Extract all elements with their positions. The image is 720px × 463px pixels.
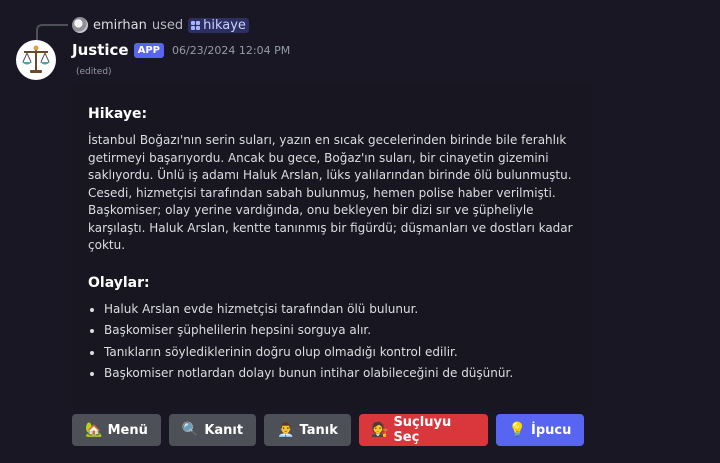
reply-context[interactable]: emirhan used hikaye — [72, 16, 249, 34]
witness-button[interactable]: 👨‍💼 Tanık — [264, 414, 351, 446]
bot-avatar[interactable] — [16, 40, 56, 80]
command-name: hikaye — [203, 17, 246, 33]
list-item: Başkomiser notlardan dolayı bunun intiha… — [104, 363, 576, 385]
choose-culprit-button-label: Suçluyu Seç — [393, 415, 452, 445]
hint-button-label: İpucu — [531, 422, 572, 438]
magnifier-icon: 🔍 — [181, 422, 200, 438]
bot-username[interactable]: Justice — [72, 41, 129, 59]
story-text: İstanbul Boğazı'nın serin suları, yazın … — [88, 133, 573, 252]
command-icon — [191, 20, 201, 30]
house-icon: 🏡 — [85, 422, 103, 438]
action-row: 🏡 Menü 🔍 Kanıt 👨‍💼 Tanık 🧑‍⚖️ Suçluyu Se… — [72, 414, 584, 446]
events-heading: Olaylar: — [88, 274, 150, 291]
hint-button[interactable]: 💡 İpucu — [496, 414, 584, 446]
scales-icon — [22, 45, 50, 73]
slash-command[interactable]: hikaye — [188, 17, 249, 33]
person-icon: 👨‍💼 — [277, 422, 295, 438]
choose-culprit-button[interactable]: 🧑‍⚖️ Suçluyu Seç — [359, 414, 488, 446]
message-header: Justice APP 06/23/2024 12:04 PM — [72, 40, 290, 60]
edited-marker: (edited) — [76, 67, 112, 77]
list-item: Tanıkların söylediklerinin doğru olup ol… — [104, 342, 576, 364]
lightbulb-icon: 💡 — [508, 422, 527, 438]
judge-icon: 🧑‍⚖️ — [371, 422, 389, 438]
witness-button-label: Tanık — [299, 422, 338, 438]
user-mini-avatar[interactable] — [72, 17, 88, 33]
list-item: Başkomiser şüphelilerin hepsini sorguya … — [104, 320, 576, 342]
events-list: Haluk Arslan evde hizmetçisi tarafından … — [88, 299, 576, 385]
story-embed: Hikaye: İstanbul Boğazı'nın serin suları… — [72, 84, 592, 410]
evidence-button[interactable]: 🔍 Kanıt — [169, 414, 256, 446]
list-item: Haluk Arslan evde hizmetçisi tarafından … — [104, 299, 576, 321]
message-timestamp[interactable]: 06/23/2024 12:04 PM — [172, 44, 290, 57]
reply-used-text: used — [151, 17, 184, 33]
evidence-button-label: Kanıt — [204, 422, 244, 438]
reply-username[interactable]: emirhan — [93, 18, 147, 33]
reply-connector — [36, 24, 68, 40]
embed-title: Hikaye: — [88, 106, 148, 122]
menu-button-label: Menü — [107, 422, 148, 438]
app-badge: APP — [133, 42, 164, 58]
menu-button[interactable]: 🏡 Menü — [72, 414, 161, 446]
